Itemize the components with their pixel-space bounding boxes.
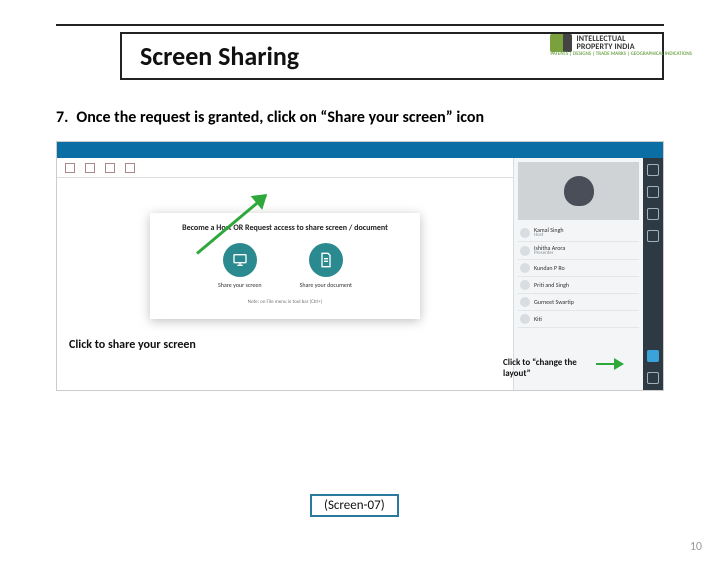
logo-line2: PROPERTY INDIA [576,43,634,51]
step-instruction: 7. Once the request is granted, click on… [56,108,664,127]
document-share-icon [309,243,343,277]
screenshot-frame: Become a Host OR Request access to share… [56,141,664,391]
share-doc-label: Share your document [300,281,352,289]
participant-row[interactable]: Ishitha AroraPresenter [518,242,639,260]
share-screen-option[interactable]: Share your screen [218,243,262,289]
share-modal: Become a Host OR Request access to share… [150,213,420,319]
right-icon-bar [643,158,663,390]
change-layout-icon[interactable] [647,350,659,362]
logo-icon [550,34,572,52]
participant-row[interactable]: Kamal SinghHost [518,224,639,242]
share-screen-label: Share your screen [218,281,262,289]
avatar-icon [520,228,530,238]
brand-logo: INTELLECTUAL PROPERTY INDIA PATENTS | DE… [550,34,692,57]
toolbar-icon[interactable] [85,163,95,173]
participant-name: Gurneet Swartip [534,299,574,305]
toolbar-icon[interactable] [65,163,75,173]
avatar-icon [520,246,530,256]
participant-row[interactable]: Kundan P Ro [518,260,639,277]
toolbar-icon[interactable] [125,163,135,173]
participant-row[interactable]: Gurneet Swartip [518,294,639,311]
toolbar [57,158,513,178]
participants-panel: Kamal SinghHost Ishitha AroraPresenter K… [514,158,643,390]
page-number: 10 [690,540,702,554]
panel-icon[interactable] [647,164,659,176]
avatar-icon [520,263,530,273]
step-number: 7. [56,108,68,127]
share-document-option[interactable]: Share your document [300,243,352,289]
toolbar-icon[interactable] [105,163,115,173]
participant-name: Priti and Singh [534,282,569,288]
avatar-icon [520,280,530,290]
header-rule [56,24,664,26]
participant-role: Host [534,233,564,238]
app-titlebar [57,142,663,158]
step-text: Once the request is granted, click on “S… [76,108,484,127]
panel-icon[interactable] [647,208,659,220]
video-thumbnail [518,162,639,220]
participant-role: Presenter [534,251,565,256]
avatar-icon [520,314,530,324]
screen-caption: (Screen-07) [310,494,399,517]
modal-title: Become a Host OR Request access to share… [162,223,408,233]
callout-share-text: Click to share your screen [69,338,209,352]
right-panel: Kamal SinghHost Ishitha AroraPresenter K… [513,158,663,390]
monitor-share-icon [223,243,257,277]
panel-icon[interactable] [647,186,659,198]
logo-subtext: PATENTS | DESIGNS | TRADE MARKS | GEOGRA… [550,52,692,57]
participant-row[interactable]: Kiti [518,311,639,328]
main-canvas: Become a Host OR Request access to share… [57,158,513,390]
avatar-icon [520,297,530,307]
participant-name: Kundan P Ro [534,265,565,271]
panel-icon[interactable] [647,230,659,242]
callout-layout-text: Click to “change the layout” [503,357,603,379]
participant-name: Kiti [534,316,542,322]
panel-icon[interactable] [647,372,659,384]
person-avatar-icon [564,176,594,206]
modal-note: Note: on File menu in tool bar (Ctrl+) [162,299,408,305]
participant-row[interactable]: Priti and Singh [518,277,639,294]
